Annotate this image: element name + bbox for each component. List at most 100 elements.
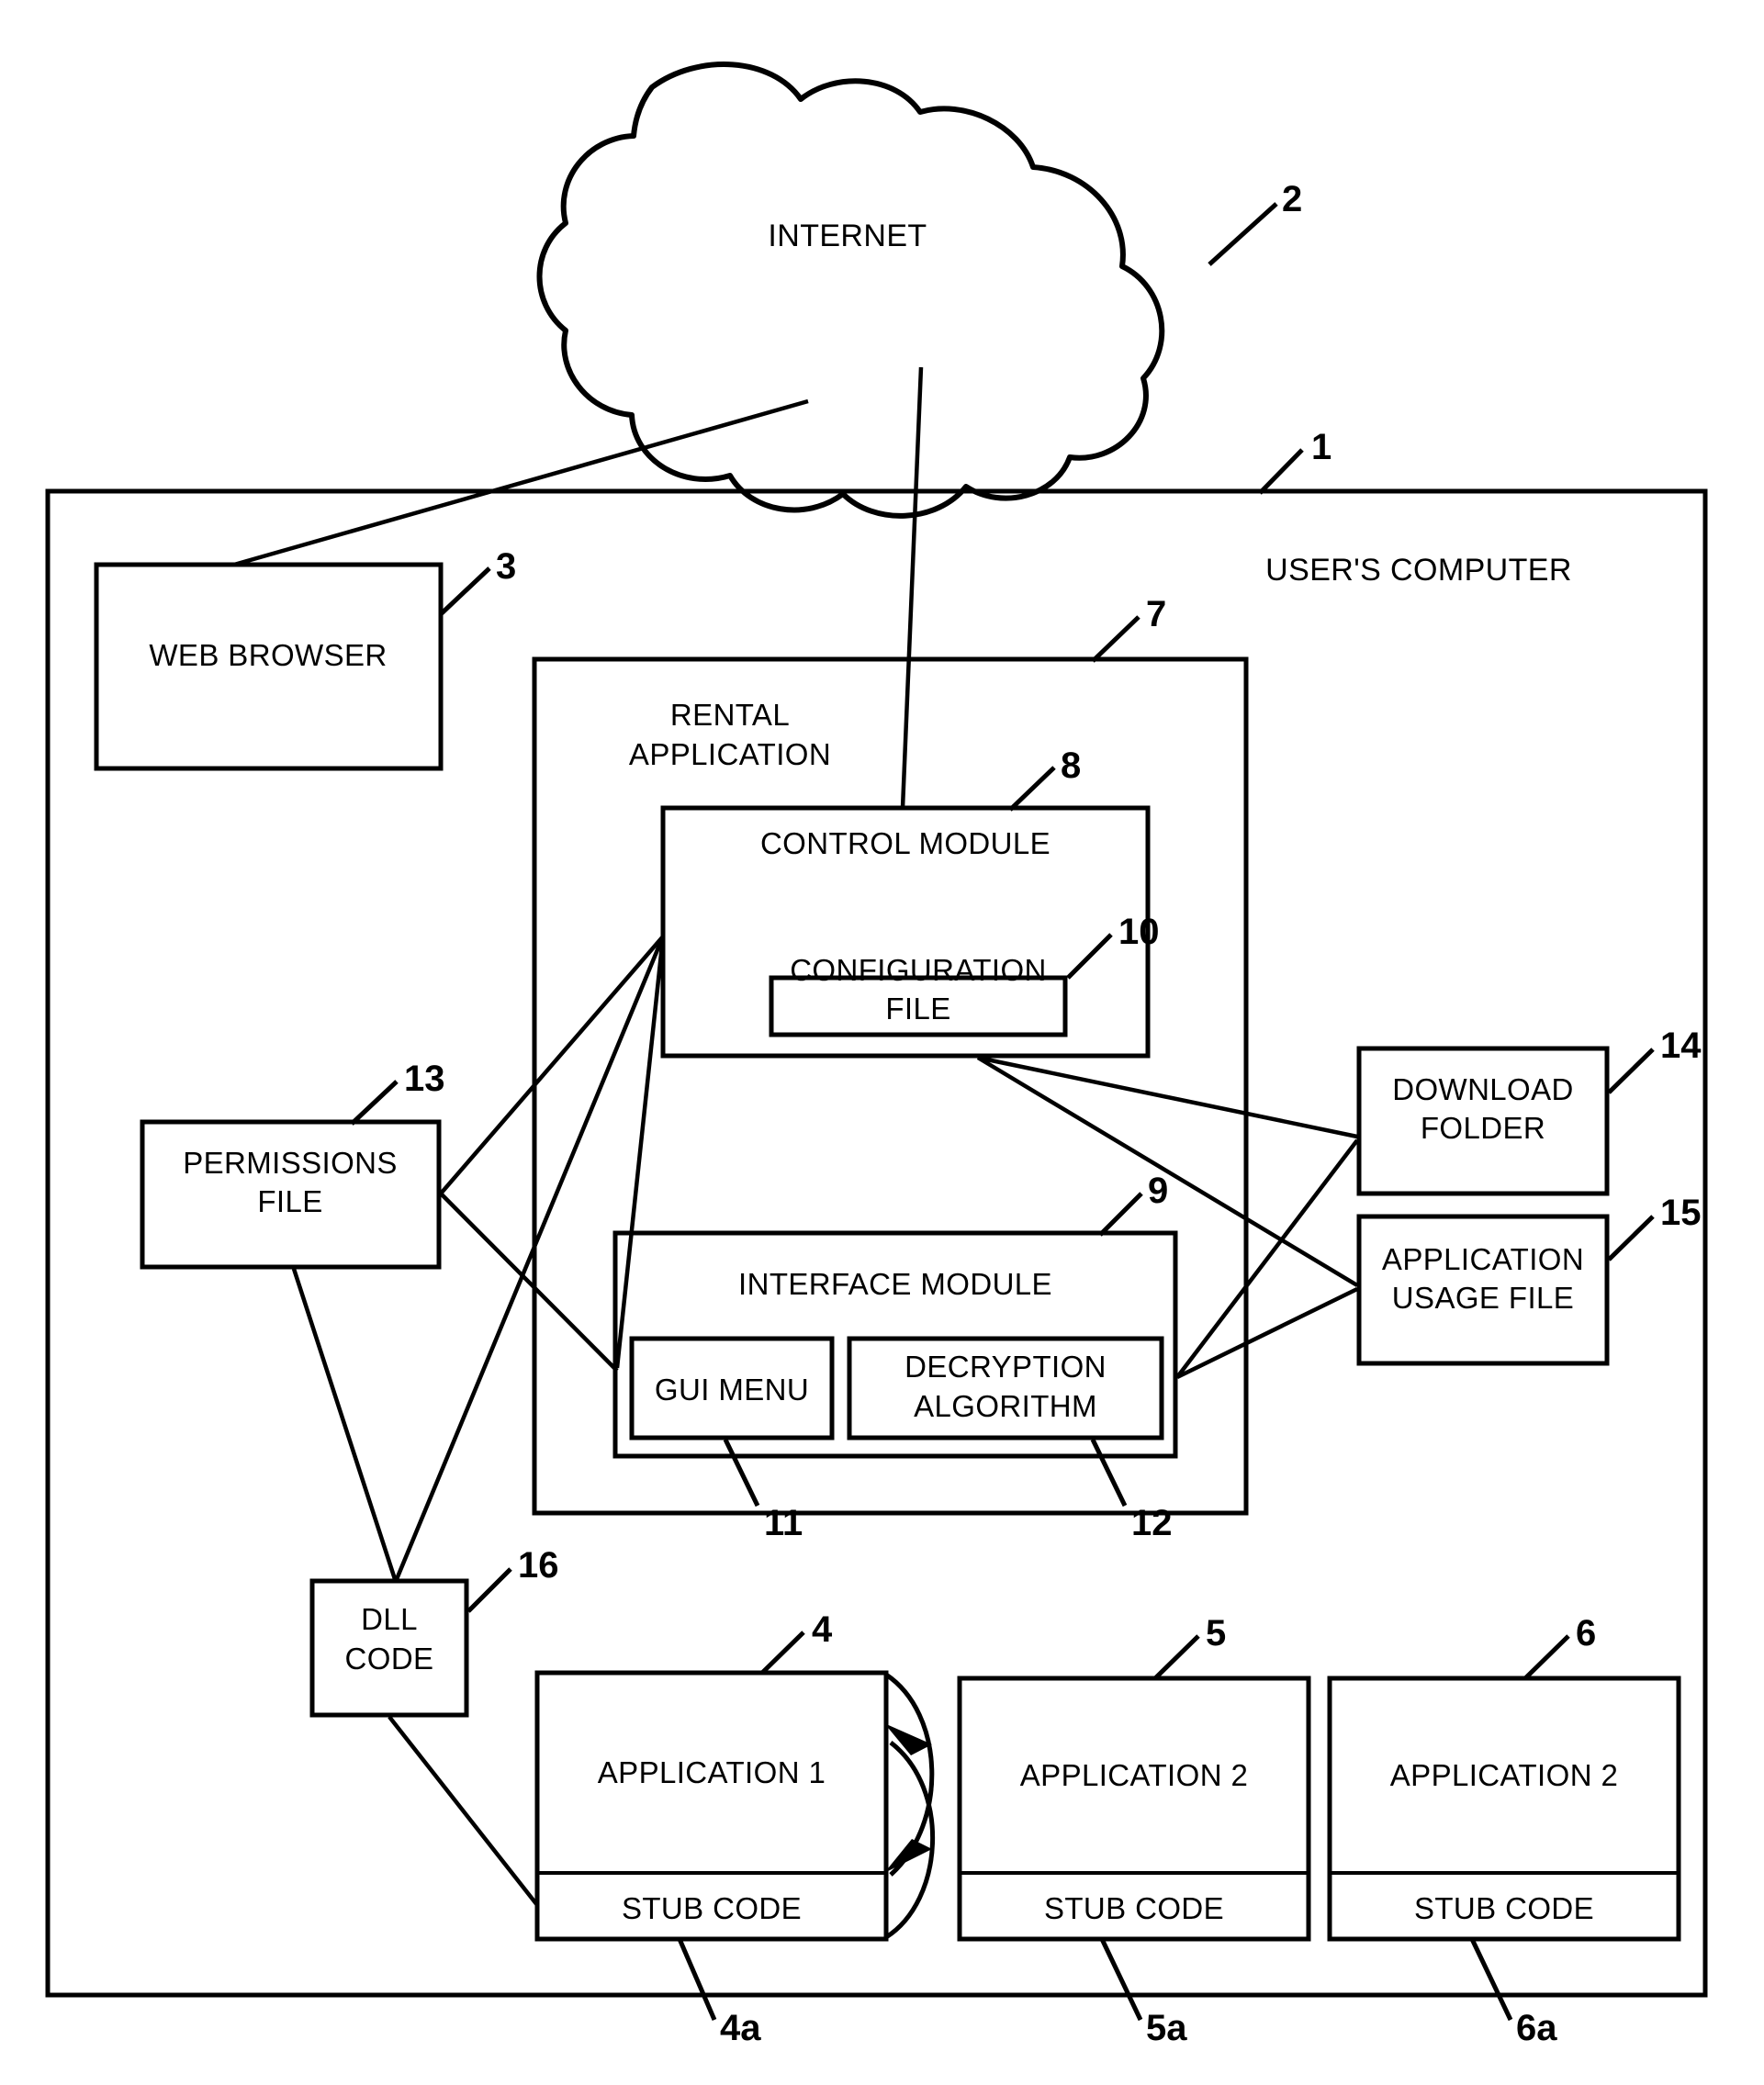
- application-2a-block: APPLICATION 2 STUB CODE: [957, 1676, 1311, 1942]
- ref-2-leader: [1208, 202, 1278, 266]
- arrow-curve-lower: [884, 1741, 936, 1940]
- ref-7-number: 7: [1146, 594, 1166, 634]
- ref-11-number: 11: [764, 1503, 803, 1543]
- application-2b-block: APPLICATION 2 STUB CODE: [1327, 1676, 1681, 1942]
- ref-1-leader: [1258, 448, 1304, 495]
- dll-code-label-line1: DLL: [361, 1602, 418, 1636]
- ref-2-group: 2: [1208, 179, 1302, 266]
- internet-cloud-shape: [536, 62, 1165, 519]
- configuration-file-label-line1: CONFIGURATION: [790, 953, 1047, 987]
- ref-3-number: 3: [496, 546, 516, 587]
- ref-15-group: 15: [1607, 1193, 1702, 1261]
- connector-permissions-file-to-dll-code: [291, 1268, 398, 1580]
- connector-internet-to-web-browser: [233, 398, 809, 567]
- application-2b-label: APPLICATION 2: [1390, 1758, 1619, 1792]
- ref-8-number: 8: [1061, 745, 1081, 786]
- application-usage-file-label-line2: USAGE FILE: [1392, 1281, 1574, 1315]
- ref-8-group: 8: [1008, 745, 1081, 812]
- stub-code-1-label: STUB CODE: [622, 1891, 802, 1925]
- rental-application-label-line2: APPLICATION: [629, 737, 831, 771]
- ref-13-number: 13: [404, 1059, 445, 1099]
- ref-5-leader: [1153, 1634, 1200, 1680]
- application-2a-label: APPLICATION 2: [1020, 1758, 1249, 1792]
- ref-15-leader: [1607, 1215, 1655, 1261]
- rental-application-label-line1: RENTAL: [670, 698, 790, 732]
- ref-6a-leader: [1469, 1937, 1513, 2022]
- ref-9-number: 9: [1148, 1171, 1168, 1211]
- application-1-block: APPLICATION 1 STUB CODE: [534, 1670, 889, 1942]
- control-module-label: CONTROL MODULE: [760, 826, 1051, 860]
- ref-1-number: 1: [1311, 427, 1331, 467]
- configuration-file-label-line2: FILE: [885, 992, 950, 1026]
- download-folder-label-line2: FOLDER: [1421, 1111, 1545, 1145]
- download-folder-block: DOWNLOAD FOLDER: [1356, 1046, 1610, 1196]
- ref-15-number: 15: [1660, 1193, 1702, 1233]
- ref-2-number: 2: [1282, 179, 1302, 219]
- ref-4a-leader: [677, 1938, 717, 2021]
- decryption-algorithm-label-line1: DECRYPTION: [904, 1350, 1107, 1384]
- ref-5a-leader: [1099, 1937, 1143, 2022]
- ref-16-leader: [466, 1567, 512, 1613]
- decryption-algorithm-label-line2: ALGORITHM: [914, 1389, 1097, 1423]
- permissions-file-label-line1: PERMISSIONS: [183, 1146, 398, 1180]
- application-usage-file-block: APPLICATION USAGE FILE: [1356, 1214, 1610, 1366]
- ref-5-number: 5: [1206, 1613, 1226, 1653]
- ref-5a-number: 5a: [1146, 2008, 1187, 2048]
- decryption-algorithm-block: DECRYPTION ALGORITHM: [847, 1336, 1164, 1440]
- connector-permissions-file-to-interface-module: [439, 1192, 619, 1373]
- patent-figure-root: INTERNET 2 1 USER'S COMPUTER WEB BROWSER…: [0, 0, 1764, 2085]
- interface-module-label: INTERFACE MODULE: [738, 1267, 1052, 1301]
- ref-10-number: 10: [1118, 912, 1160, 952]
- web-browser-block: WEB BROWSER: [94, 562, 444, 771]
- application-1-label: APPLICATION 1: [598, 1755, 826, 1789]
- ref-7-leader: [1091, 615, 1140, 663]
- application-1-stub-interaction-arrows: [884, 1672, 936, 1940]
- stub-code-3-label: STUB CODE: [1414, 1891, 1594, 1925]
- connector-interface-module-to-application-usage-file: [1176, 1286, 1358, 1380]
- ref-3-group: 3: [440, 546, 516, 615]
- dll-code-block: DLL CODE: [309, 1578, 469, 1718]
- ref-9-group: 9: [1098, 1171, 1168, 1237]
- ref-6a-number: 6a: [1516, 2008, 1557, 2048]
- patent-diagram: INTERNET 2 1 USER'S COMPUTER WEB BROWSER…: [45, 62, 1708, 2048]
- ref-13-leader: [350, 1080, 399, 1126]
- configuration-file-block: CONFIGURATION FILE: [769, 953, 1068, 1037]
- ref-16-group: 16: [466, 1545, 559, 1613]
- users-computer-label: USER'S COMPUTER: [1265, 553, 1572, 588]
- connector-control-module-to-download-folder: [977, 1055, 1358, 1139]
- permissions-file-block: PERMISSIONS FILE: [140, 1119, 442, 1270]
- ref-9-leader: [1098, 1192, 1143, 1237]
- internet-label: INTERNET: [768, 219, 927, 253]
- dll-code-label-line2: CODE: [345, 1642, 434, 1676]
- gui-menu-block: GUI MENU: [629, 1336, 835, 1440]
- ref-14-number: 14: [1660, 1026, 1702, 1066]
- ref-8-leader: [1008, 766, 1056, 812]
- ref-16-number: 16: [518, 1545, 559, 1586]
- ref-6-group: 6: [1523, 1613, 1596, 1680]
- web-browser-label: WEB BROWSER: [149, 638, 387, 672]
- ref-5-group: 5: [1153, 1613, 1226, 1680]
- ref-13-group: 13: [350, 1059, 445, 1126]
- download-folder-label-line1: DOWNLOAD: [1392, 1072, 1574, 1106]
- connector-dll-code-to-stub-code-1: [388, 1715, 539, 1907]
- ref-4a-number: 4a: [720, 2008, 761, 2048]
- internet-cloud-group: INTERNET: [536, 62, 1165, 519]
- stub-code-2-label: STUB CODE: [1044, 1891, 1224, 1925]
- ref-7-group: 7: [1091, 594, 1166, 663]
- connector-control-module-to-permissions-file: [439, 935, 665, 1195]
- ref-6-number: 6: [1576, 1613, 1596, 1653]
- ref-14-group: 14: [1607, 1026, 1702, 1094]
- ref-1-group: 1: [1258, 427, 1331, 495]
- ref-4-leader: [760, 1631, 805, 1675]
- permissions-file-label-line2: FILE: [257, 1184, 322, 1218]
- ref-3-leader: [440, 566, 491, 615]
- ref-6-leader: [1523, 1634, 1570, 1680]
- connector-interface-module-to-download-folder: [1175, 1138, 1359, 1379]
- ref-4-group: 4: [760, 1609, 833, 1675]
- ref-4-number: 4: [812, 1609, 833, 1650]
- arrow-head-down-left: [884, 1839, 932, 1873]
- ref-12-number: 12: [1131, 1503, 1173, 1543]
- application-usage-file-label-line1: APPLICATION: [1382, 1242, 1584, 1276]
- ref-14-leader: [1607, 1048, 1655, 1094]
- gui-menu-label: GUI MENU: [655, 1373, 809, 1407]
